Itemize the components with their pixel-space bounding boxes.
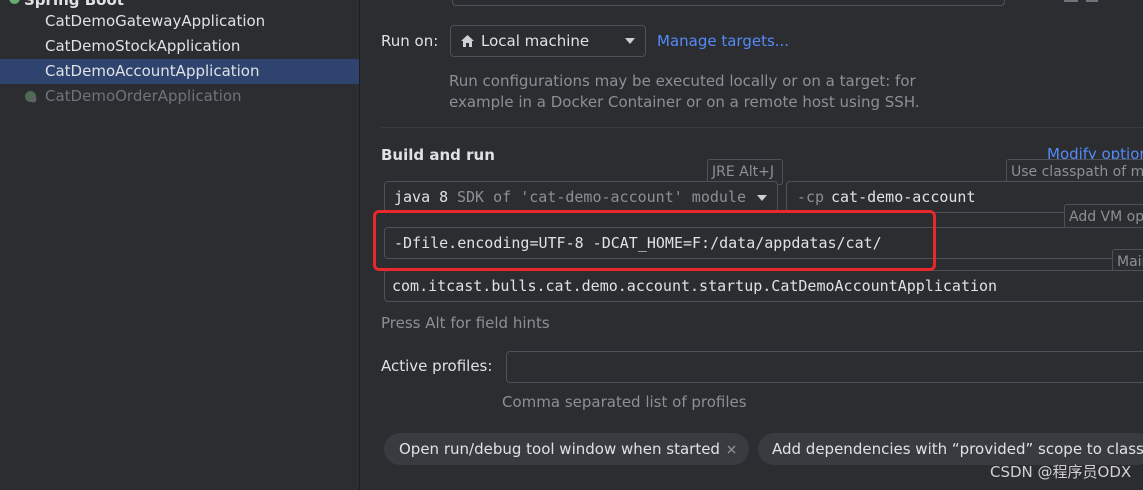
jre-select[interactable]: java 8 SDK of 'cat-demo-account' module xyxy=(384,181,778,213)
manage-targets-link[interactable]: Manage targets... xyxy=(657,32,789,50)
settings-icon[interactable] xyxy=(1086,0,1098,2)
active-profiles-input[interactable] xyxy=(506,351,1143,383)
run-on-value: Local machine xyxy=(481,32,590,50)
spring-boot-icon xyxy=(9,0,20,4)
main-class-value: com.itcast.bulls.cat.demo.account.startu… xyxy=(392,277,998,295)
chip-label: Add dependencies with “provided” scope t… xyxy=(772,440,1143,458)
tree-item-label: CatDemoAccountApplication xyxy=(45,62,260,80)
profiles-help-text: Comma separated list of profiles xyxy=(502,393,747,411)
main-class-field[interactable]: com.itcast.bulls.cat.demo.account.startu… xyxy=(384,270,1143,302)
home-icon xyxy=(461,35,474,47)
section-separator xyxy=(381,127,1143,128)
tree-item-gateway[interactable]: CatDemoGatewayApplication xyxy=(0,9,359,34)
close-icon[interactable] xyxy=(727,445,736,454)
run-on-select[interactable]: Local machine xyxy=(450,25,646,57)
chip-open-tool-window[interactable]: Open run/debug tool window when started xyxy=(384,433,749,465)
run-on-description-line: example in a Docker Container or on a re… xyxy=(449,93,920,111)
run-config-tree: Spring Boot CatDemoGatewayApplication Ca… xyxy=(0,0,359,490)
spring-boot-icon xyxy=(25,91,37,103)
csdn-watermark: CSDN @程序员ODX xyxy=(990,463,1132,481)
build-and-run-heading: Build and run xyxy=(381,146,495,164)
name-field[interactable] xyxy=(452,0,1005,6)
active-profiles-label: Active profiles: xyxy=(381,357,493,375)
tree-item-stock[interactable]: CatDemoStockApplication xyxy=(0,34,359,59)
jre-sdk-description: SDK of 'cat-demo-account' module xyxy=(457,188,746,206)
highlight-box xyxy=(373,210,936,271)
run-on-description-line: Run configurations may be executed local… xyxy=(449,72,916,90)
cp-module-value: cat-demo-account xyxy=(831,188,976,206)
tree-item-account[interactable]: CatDemoAccountApplication xyxy=(0,59,359,84)
tree-item-order[interactable]: CatDemoOrderApplication xyxy=(0,84,359,109)
chevron-down-icon xyxy=(625,38,635,44)
run-on-description: Run configurations may be executed local… xyxy=(449,71,920,113)
field-hints-text: Press Alt for field hints xyxy=(381,314,550,332)
tree-item-label: CatDemoOrderApplication xyxy=(45,87,242,105)
store-as-file-checkbox[interactable] xyxy=(1064,0,1078,2)
cp-flag: -cp xyxy=(797,188,825,206)
jre-java-version: java 8 xyxy=(394,188,449,206)
chevron-down-icon xyxy=(757,195,767,201)
run-on-label: Run on: xyxy=(381,32,439,50)
tree-item-label: CatDemoStockApplication xyxy=(45,37,241,55)
tree-item-label: CatDemoGatewayApplication xyxy=(45,12,266,30)
chip-label: Open run/debug tool window when started xyxy=(399,440,720,458)
